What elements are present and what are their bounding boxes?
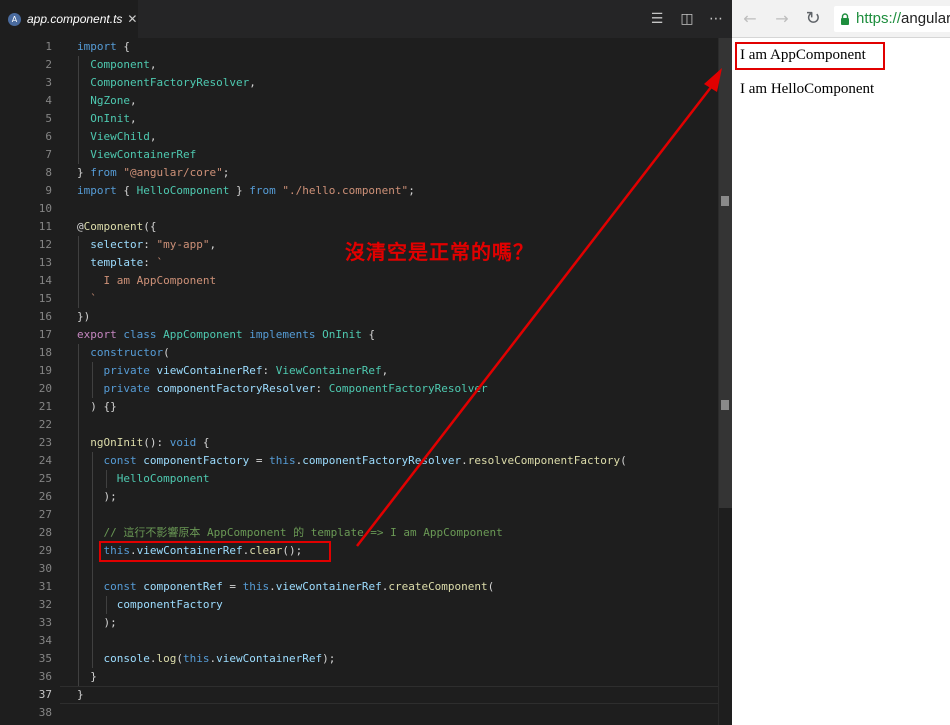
code-line[interactable]: HelloComponent [77, 470, 210, 488]
code-line[interactable]: private viewContainerRef: ViewContainerR… [77, 362, 389, 380]
highlight-box-clear-call [99, 541, 331, 562]
code-line[interactable]: // 這行不影響原本 AppComponent 的 template => I … [77, 524, 503, 542]
code-line[interactable]: OnInit, [77, 110, 136, 128]
highlight-box-app-component [735, 42, 885, 70]
code-line[interactable]: selector: "my-app", [77, 236, 216, 254]
scrollbar-thumb[interactable] [719, 38, 733, 508]
outline-icon[interactable]: ☰ [648, 11, 666, 27]
code-line[interactable]: import { HelloComponent } from "./hello.… [77, 182, 415, 200]
code-line[interactable]: } [77, 668, 97, 686]
code-line[interactable]: }) [77, 308, 90, 326]
code-line[interactable]: private componentFactoryResolver: Compon… [77, 380, 488, 398]
code-line[interactable]: ); [77, 488, 116, 506]
browser-toolbar: ← → ↻ https://angular [732, 0, 950, 38]
annotation-text: 沒清空是正常的嗎？ [345, 240, 534, 264]
code-line[interactable]: ViewChild, [77, 128, 156, 146]
code-editor[interactable]: A app.component.ts ✕ ☰ ◫ ⋯ 1 2 3 4 5 6 7 8 9 10 11… [0, 0, 733, 725]
code-line[interactable]: } [77, 686, 84, 704]
tab-app-component[interactable]: A app.component.ts ✕ [0, 0, 138, 38]
code-line[interactable]: constructor( [77, 344, 169, 362]
code-line[interactable]: ViewContainerRef [77, 146, 196, 164]
split-editor-icon[interactable]: ◫ [678, 11, 696, 27]
close-icon[interactable]: ✕ [127, 12, 137, 26]
code-line[interactable]: @Component({ [77, 218, 156, 236]
browser-window: ← → ↻ https://angular I am AppComponent … [732, 0, 950, 725]
code-line[interactable]: Component, [77, 56, 156, 74]
scroll-marker [721, 196, 729, 206]
code-line[interactable]: ` [77, 290, 97, 308]
code-line[interactable]: const componentFactory = this.componentF… [77, 452, 627, 470]
code-line[interactable]: componentFactory [77, 596, 223, 614]
code-line[interactable]: template: ` [77, 254, 163, 272]
code-line[interactable]: ) {} [77, 398, 117, 416]
code-line[interactable]: ComponentFactoryResolver, [77, 74, 256, 92]
more-actions-icon[interactable]: ⋯ [707, 11, 725, 27]
current-line-highlight [60, 686, 718, 704]
code-line[interactable]: const componentRef = this.viewContainerR… [77, 578, 495, 596]
hello-component-text: I am HelloComponent [740, 81, 875, 97]
code-area[interactable]: import { Component, ComponentFactoryReso… [0, 38, 718, 725]
code-line[interactable]: I am AppComponent [77, 272, 217, 290]
code-line[interactable]: import { [77, 38, 130, 56]
code-line[interactable]: } from "@angular/core"; [77, 164, 229, 182]
scroll-marker [721, 400, 729, 410]
angular-icon: A [8, 12, 21, 26]
reload-icon[interactable]: ↻ [803, 9, 823, 29]
code-line[interactable]: console.log(this.viewContainerRef); [77, 650, 336, 668]
editor-tab-bar: A app.component.ts ✕ ☰ ◫ ⋯ [0, 0, 732, 38]
tab-label: app.component.ts [27, 12, 123, 26]
code-line[interactable]: ngOnInit(): void { [77, 434, 209, 452]
code-line[interactable]: ); [77, 614, 116, 632]
address-bar[interactable]: https://angular [834, 6, 950, 32]
code-line[interactable]: export class AppComponent implements OnI… [77, 326, 375, 344]
back-arrow-icon[interactable]: ← [740, 9, 760, 29]
url-text: https://angular [856, 10, 950, 27]
lock-icon [841, 13, 849, 25]
forward-arrow-icon[interactable]: → [772, 9, 792, 29]
code-line[interactable]: NgZone, [77, 92, 136, 110]
editor-scrollbar[interactable] [718, 38, 733, 725]
